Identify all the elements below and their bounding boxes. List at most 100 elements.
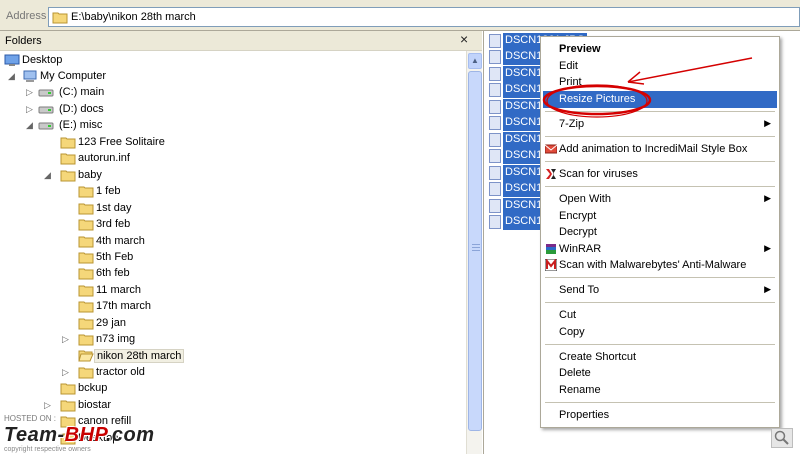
expand-icon[interactable]: ▷ (26, 104, 33, 115)
menu-item-winrar[interactable]: WinRAR ▶ (543, 241, 777, 258)
menu-item-cut[interactable]: Cut (543, 307, 777, 324)
tree-label: 29 jan (96, 317, 126, 329)
tree-item-drive-d[interactable]: ▷ (D:) docs (26, 102, 146, 118)
winrar-icon (546, 244, 556, 254)
menu-item-decrypt[interactable]: Decrypt (543, 224, 777, 241)
folder-icon (78, 301, 94, 313)
tree-label: (C:) main (59, 86, 105, 98)
menu-separator (545, 161, 775, 162)
menu-item-encrypt[interactable]: Encrypt (543, 208, 777, 225)
tree-item-folder[interactable]: 11 march (78, 283, 198, 299)
expand-icon[interactable]: ▷ (62, 334, 69, 345)
zoom-icon[interactable] (771, 428, 793, 448)
tree-item-folder[interactable]: 4th march (78, 234, 198, 250)
tree-item-folder[interactable]: 17th march (78, 299, 198, 315)
folder-icon (78, 219, 94, 231)
folder-tree: Desktop ◢ My Computer ▷ (C:) main ▷ (D:)… (0, 51, 466, 454)
image-file-icon (489, 116, 501, 130)
malwarebytes-icon (545, 259, 557, 271)
address-path: E:\baby\nikon 28th march (71, 11, 196, 23)
tree-label: nikon 28th march (94, 349, 185, 363)
antivirus-icon (546, 169, 556, 179)
menu-separator (545, 111, 775, 112)
folder-icon (78, 236, 94, 248)
address-field[interactable]: E:\baby\nikon 28th march (48, 7, 800, 27)
scroll-thumb[interactable] (468, 71, 482, 431)
folder-icon (78, 203, 94, 215)
computer-icon (23, 70, 37, 82)
tree-item-folder[interactable]: 3rd feb (78, 217, 198, 233)
watermark-hosted: HOSTED ON : (4, 414, 57, 423)
tree-label: 1st day (96, 202, 132, 214)
tree-item-folder[interactable]: 6th feb (78, 266, 198, 282)
menu-item-resize-pictures[interactable]: Resize Pictures (543, 91, 777, 108)
menu-item-send-to[interactable]: Send To ▶ (543, 282, 777, 299)
tree-item-tractor-old[interactable]: ▷ tractor old (62, 365, 182, 381)
tree-item-drive-e[interactable]: ◢ (E:) misc (26, 118, 146, 134)
expand-icon[interactable]: ▷ (44, 400, 51, 411)
tree-item-folder[interactable]: 29 jan (78, 316, 198, 332)
tree-item-baby[interactable]: ◢ baby (44, 168, 164, 184)
menu-separator (545, 302, 775, 303)
expand-icon[interactable]: ▷ (62, 367, 69, 378)
collapse-icon[interactable]: ◢ (44, 170, 51, 181)
folder-icon (78, 268, 94, 280)
folder-open-icon (78, 350, 94, 362)
image-file-icon (489, 215, 501, 229)
collapse-icon[interactable]: ◢ (26, 120, 33, 131)
menu-item-scan-viruses[interactable]: Scan for viruses (543, 166, 777, 183)
submenu-arrow-icon: ▶ (764, 193, 771, 203)
desktop-icon (4, 54, 20, 66)
folders-title: Folders (5, 35, 42, 47)
folder-icon (60, 137, 76, 149)
menu-item-preview[interactable]: Preview (543, 41, 777, 58)
image-file-icon (489, 199, 501, 213)
tree-label: biostar (78, 399, 112, 411)
menu-item-delete[interactable]: Delete (543, 365, 777, 382)
tree-scrollbar[interactable]: ▲ (466, 51, 482, 454)
watermark-logo: Team-BHP.com (4, 424, 155, 446)
menu-item-edit[interactable]: Edit (543, 58, 777, 75)
tree-item-desktop[interactable]: Desktop (4, 53, 124, 69)
scroll-up-arrow-icon[interactable]: ▲ (468, 53, 482, 69)
menu-separator (545, 344, 775, 345)
tree-item-biostar[interactable]: ▷ biostar (44, 398, 164, 414)
folder-icon (78, 367, 94, 379)
tree-item-nikon-28th-march[interactable]: nikon 28th march (78, 348, 208, 364)
tree-item-folder[interactable]: bckup (60, 381, 180, 397)
menu-item-rename[interactable]: Rename (543, 382, 777, 399)
folder-icon (60, 153, 76, 165)
menu-item-incredimail[interactable]: Add animation to IncrediMail Style Box (543, 141, 777, 158)
menu-item-properties[interactable]: Properties (543, 407, 777, 424)
watermark-copyright: copyright respective owners (4, 446, 91, 453)
tree-item-folder[interactable]: 123 Free Solitaire (60, 135, 200, 151)
tree-label: (E:) misc (59, 119, 103, 131)
menu-item-copy[interactable]: Copy (543, 324, 777, 341)
menu-item-print[interactable]: Print (543, 74, 777, 91)
menu-item-open-with[interactable]: Open With ▶ (543, 191, 777, 208)
tree-label: 11 march (96, 284, 142, 296)
image-file-icon (489, 133, 501, 147)
tree-label: tractor old (96, 366, 145, 378)
tree-item-folder[interactable]: 1st day (78, 201, 198, 217)
collapse-icon[interactable]: ◢ (8, 71, 15, 82)
tree-label: 17th march (96, 300, 152, 312)
folder-icon (78, 252, 94, 264)
tree-item-drive-c[interactable]: ▷ (C:) main (26, 85, 146, 101)
tree-item-folder[interactable]: 5th Feb (78, 250, 198, 266)
expand-icon[interactable]: ▷ (26, 87, 33, 98)
image-file-icon (489, 149, 501, 163)
incredimail-icon (545, 144, 557, 154)
menu-item-create-shortcut[interactable]: Create Shortcut (543, 349, 777, 366)
tree-item-folder[interactable]: 1 feb (78, 184, 198, 200)
tree-label: 6th feb (96, 267, 130, 279)
tree-item-my-computer[interactable]: ◢ My Computer (8, 69, 138, 85)
submenu-arrow-icon: ▶ (764, 284, 771, 294)
tree-label: baby (78, 169, 102, 181)
menu-item-7zip[interactable]: 7-Zip ▶ (543, 116, 777, 133)
close-icon[interactable]: × (460, 31, 468, 47)
tree-label: My Computer (40, 70, 107, 82)
tree-item-folder[interactable]: autorun.inf (60, 151, 180, 167)
menu-item-malwarebytes[interactable]: Scan with Malwarebytes' Anti-Malware (543, 257, 777, 274)
tree-item-n73-img[interactable]: ▷ n73 img (62, 332, 182, 348)
